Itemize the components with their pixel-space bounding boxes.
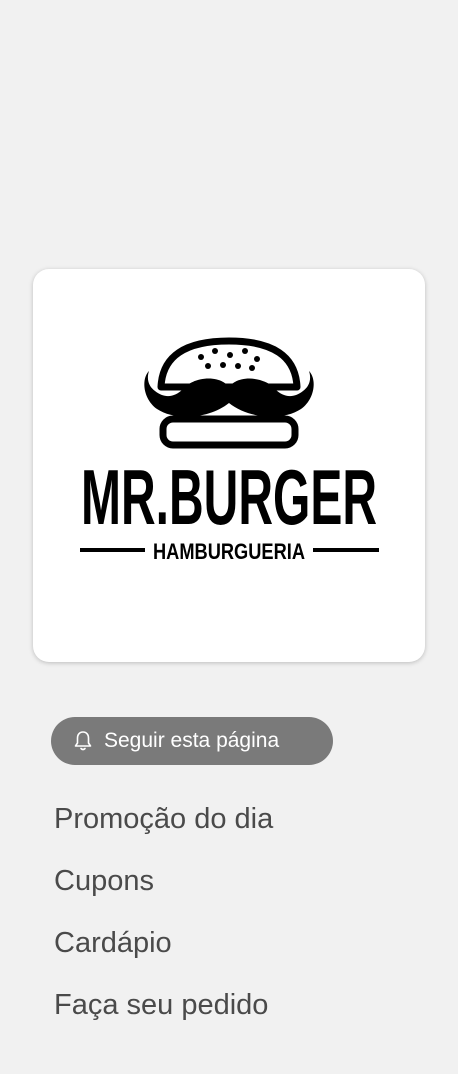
menu-item-cupons[interactable]: Cupons: [54, 858, 273, 920]
bell-icon: [74, 731, 92, 751]
brand-name: MR.BURGER: [81, 453, 377, 541]
brand-subtitle: HAMBURGUERIA: [153, 539, 305, 564]
logo-card: MR.BURGER HAMBURGUERIA: [33, 269, 425, 662]
follow-page-button[interactable]: Seguir esta página: [51, 717, 333, 765]
menu-item-faca-seu-pedido[interactable]: Faça seu pedido: [54, 982, 273, 1044]
mr-burger-logo: MR.BURGER HAMBURGUERIA: [80, 337, 379, 564]
menu-item-cardapio[interactable]: Cardápio: [54, 920, 273, 982]
follow-page-label: Seguir esta página: [104, 729, 280, 752]
burger-mustache-icon: [144, 337, 314, 449]
menu-item-promocao-do-dia[interactable]: Promoção do dia: [54, 796, 273, 858]
page-menu: Promoção do dia Cupons Cardápio Faça seu…: [54, 796, 273, 1044]
